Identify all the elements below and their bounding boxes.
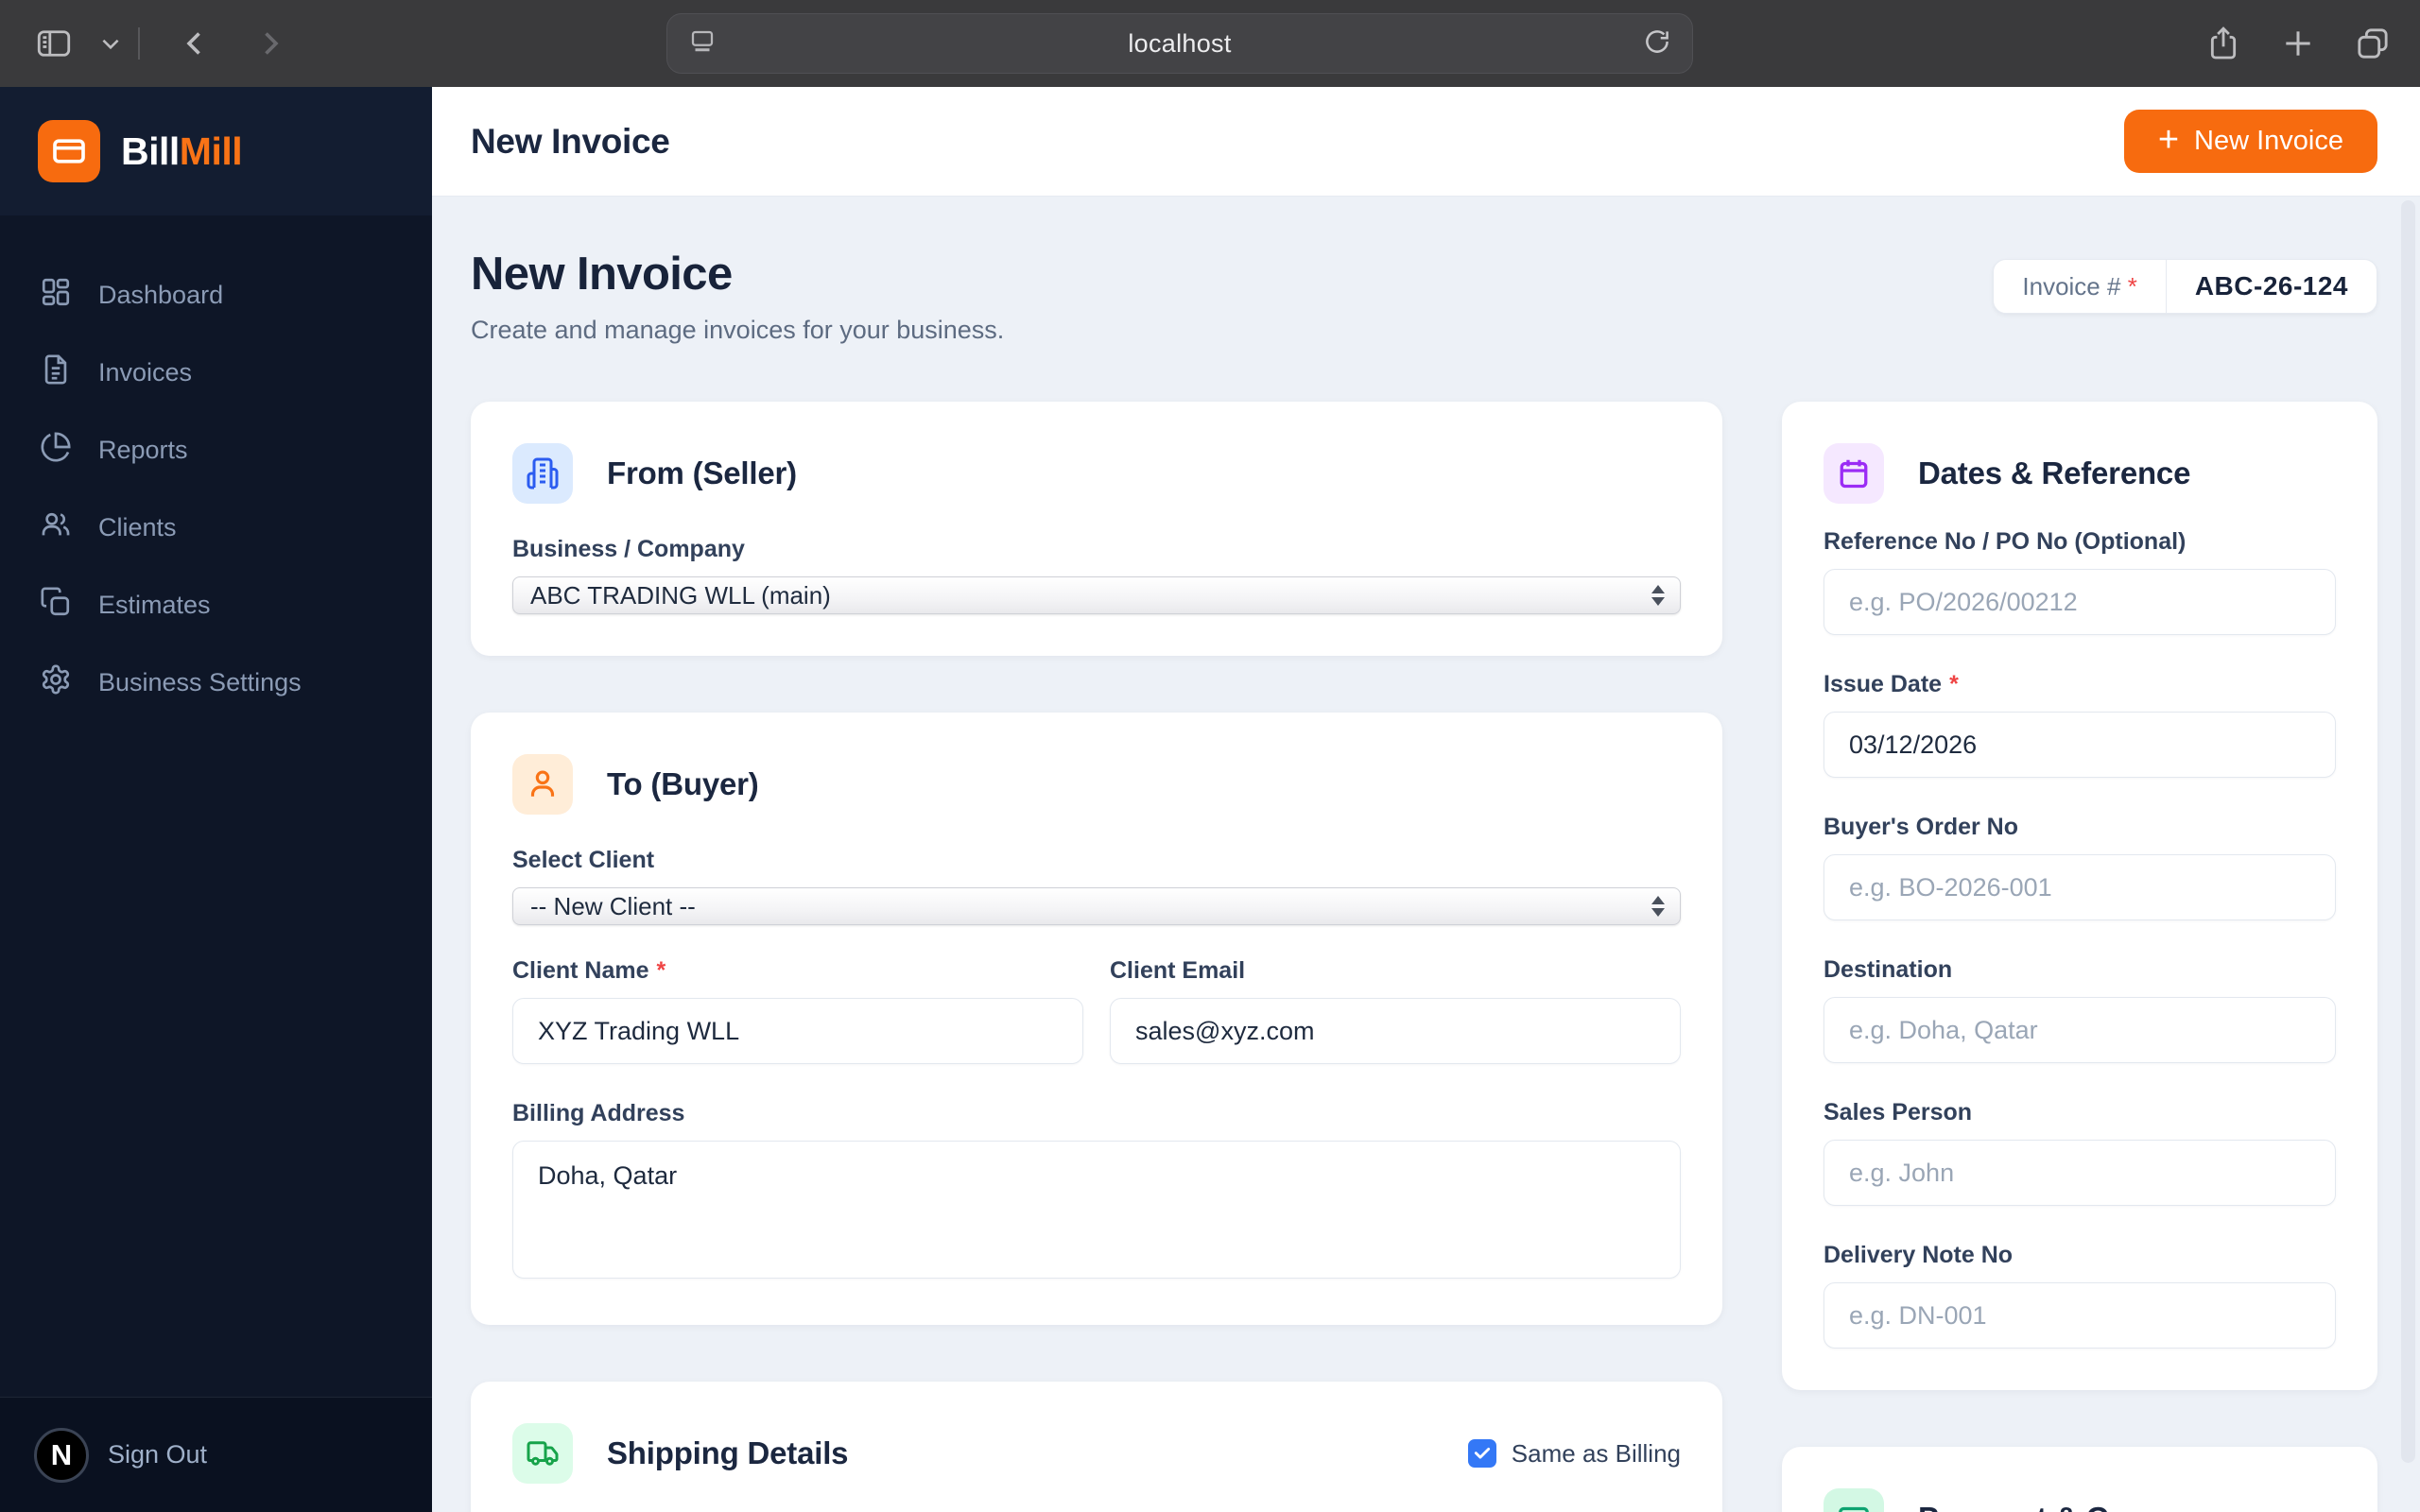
reference-no-label: Reference No / PO No (Optional) [1824, 528, 2187, 555]
sidebar-footer: N Sign Out [0, 1397, 432, 1512]
buyer-card-title: To (Buyer) [607, 766, 759, 801]
same-as-billing-label: Same as Billing [1511, 1438, 1681, 1468]
reload-icon[interactable] [1643, 27, 1671, 60]
truck-icon [512, 1423, 573, 1484]
main-area: New Invoice + New Invoice New Invoice Cr… [432, 87, 2420, 1512]
header-title: New Invoice [471, 121, 670, 161]
sidebar-item-estimates[interactable]: Estimates [15, 575, 417, 635]
delivery-note-no-label: Delivery Note No [1824, 1242, 2014, 1268]
screen: localhost BillMill Dashboard Invoices Re… [0, 0, 2420, 1512]
scrollbar-thumb[interactable] [2401, 200, 2415, 1463]
client-name-label: Client Name * [512, 957, 666, 984]
sidebar-item-clients[interactable]: Clients [15, 497, 417, 558]
plus-icon: + [2157, 120, 2180, 160]
sidebar-item-label: Invoices [98, 357, 193, 387]
toolbar-divider [138, 27, 140, 60]
users-icon [40, 508, 72, 547]
share-icon[interactable] [2204, 25, 2242, 62]
billing-address-label: Billing Address [512, 1100, 685, 1126]
invoice-number-badge: Invoice # * ABC-26-124 [1993, 259, 2377, 314]
avatar[interactable]: N [34, 1427, 89, 1483]
billmill-logo-icon [38, 120, 100, 182]
sidebar-item-label: Business Settings [98, 667, 302, 696]
dates-card: Dates & Reference Reference No / PO No (… [1782, 402, 2377, 1390]
page-content: New Invoice Create and manage invoices f… [432, 197, 2420, 1512]
billing-address-textarea[interactable]: Doha, Qatar [512, 1141, 1681, 1279]
file-text-icon [40, 353, 72, 392]
invoice-number-label: Invoice # * [2022, 271, 2137, 301]
client-name-input[interactable] [512, 998, 1083, 1064]
user-icon [512, 754, 573, 815]
sales-person-label: Sales Person [1824, 1099, 1973, 1125]
sales-person-input[interactable] [1824, 1140, 2336, 1206]
gear-icon [40, 663, 72, 702]
select-client-label: Select Client [512, 847, 655, 873]
brand-name: BillMill [121, 129, 243, 173]
sidebar-item-invoices[interactable]: Invoices [15, 342, 417, 403]
sidebar-item-label: Reports [98, 435, 188, 464]
payment-card: Payment & Currency [1782, 1447, 2377, 1512]
delivery-note-no-input[interactable] [1824, 1282, 2336, 1349]
credit-card-icon [1824, 1488, 1884, 1512]
chevron-down-icon[interactable] [98, 31, 123, 56]
browser-chrome: localhost [0, 0, 2420, 87]
business-company-label: Business / Company [512, 536, 745, 562]
new-tab-plus-icon[interactable] [2280, 26, 2316, 61]
pie-chart-icon [40, 431, 72, 470]
new-invoice-button[interactable]: + New Invoice [2123, 110, 2377, 173]
buyers-order-no-label: Buyer's Order No [1824, 814, 2019, 840]
page-subtitle: Create and manage invoices for your busi… [471, 316, 1005, 344]
sidebar-item-business-settings[interactable]: Business Settings [15, 652, 417, 713]
client-email-label: Client Email [1110, 957, 1246, 984]
sidebar-item-label: Dashboard [98, 280, 224, 309]
address-bar[interactable]: localhost [666, 13, 1693, 74]
invoice-number-value: ABC-26-124 [2194, 271, 2348, 301]
same-as-billing-checkbox-group[interactable]: Same as Billing [1467, 1438, 1681, 1469]
brand: BillMill [0, 87, 432, 215]
building-icon [512, 443, 573, 504]
page-title: New Invoice [471, 249, 733, 300]
issue-date-label: Issue Date * [1824, 671, 1959, 697]
sidebar-item-label: Clients [98, 512, 177, 541]
buyers-order-no-input[interactable] [1824, 854, 2336, 920]
sidebar: BillMill Dashboard Invoices Reports Clie… [0, 87, 432, 1512]
destination-input[interactable] [1824, 997, 2336, 1063]
copy-icon [40, 586, 72, 625]
tab-overview-icon[interactable] [2354, 25, 2392, 62]
select-spinner-icon [1651, 585, 1665, 606]
sidebar-toggle-icon[interactable] [34, 24, 74, 63]
select-spinner-icon [1651, 896, 1665, 917]
dates-card-title: Dates & Reference [1918, 455, 2191, 490]
checkbox-checked-icon[interactable] [1467, 1439, 1496, 1468]
forward-icon[interactable] [253, 26, 287, 60]
client-email-input[interactable] [1110, 998, 1681, 1064]
seller-card: From (Seller) Business / Company ABC TRA… [471, 402, 1722, 656]
dashboard-icon [40, 276, 72, 315]
sidebar-item-dashboard[interactable]: Dashboard [15, 265, 417, 325]
main-header: New Invoice + New Invoice [432, 87, 2420, 197]
payment-card-title: Payment & Currency [1918, 1501, 2221, 1512]
reference-no-input[interactable] [1824, 569, 2336, 635]
sidebar-item-reports[interactable]: Reports [15, 420, 417, 480]
business-company-select[interactable]: ABC TRADING WLL (main) [512, 576, 1681, 614]
site-icon [688, 27, 717, 60]
shipping-card: Shipping Details Same as Billing [471, 1382, 1722, 1512]
sidebar-item-label: Estimates [98, 590, 211, 619]
seller-card-title: From (Seller) [607, 455, 797, 490]
calendar-icon [1824, 443, 1884, 504]
select-client-select[interactable]: -- New Client -- [512, 887, 1681, 925]
url-text[interactable]: localhost [717, 29, 1643, 59]
shipping-card-title: Shipping Details [607, 1435, 849, 1470]
buyer-card: To (Buyer) Select Client -- New Client -… [471, 713, 1722, 1325]
issue-date-input[interactable] [1824, 712, 2336, 778]
sidebar-nav: Dashboard Invoices Reports Clients Estim… [0, 215, 432, 1397]
sign-out-button[interactable]: Sign Out [108, 1440, 207, 1469]
page-heading-block: New Invoice Create and manage invoices f… [471, 248, 1004, 345]
back-icon[interactable] [178, 26, 212, 60]
destination-label: Destination [1824, 956, 1953, 983]
